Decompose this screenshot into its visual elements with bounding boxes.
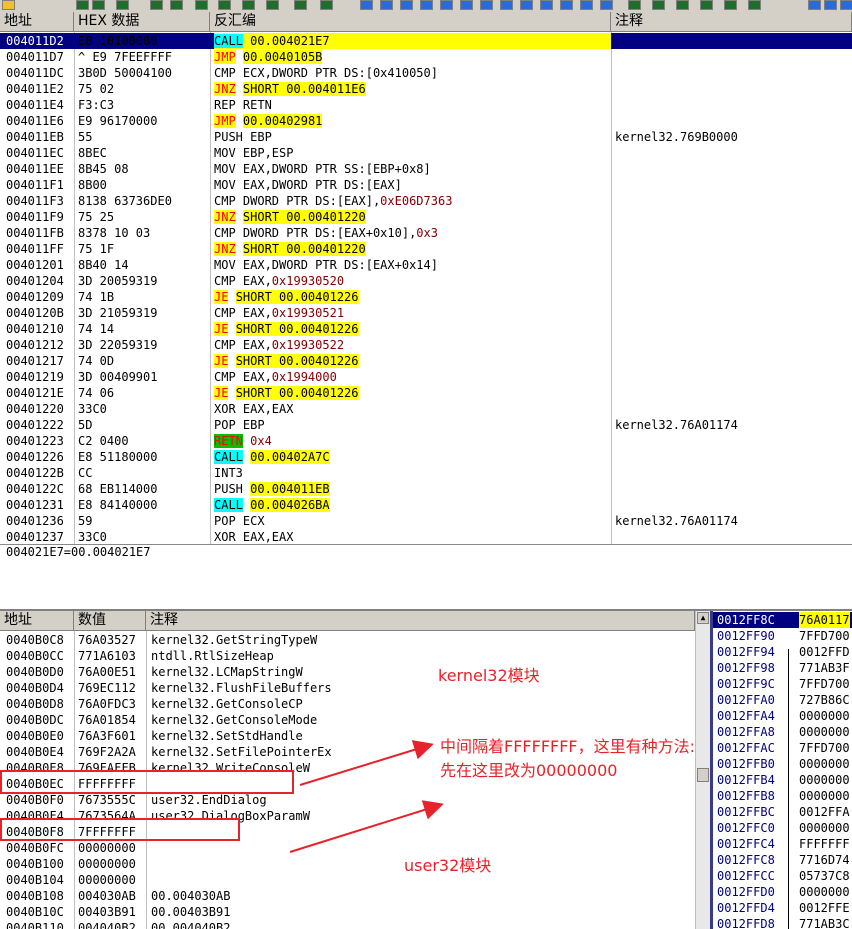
annotation-arrows xyxy=(289,740,444,853)
arrow-2 xyxy=(289,800,444,853)
arrow-1 xyxy=(299,740,434,786)
